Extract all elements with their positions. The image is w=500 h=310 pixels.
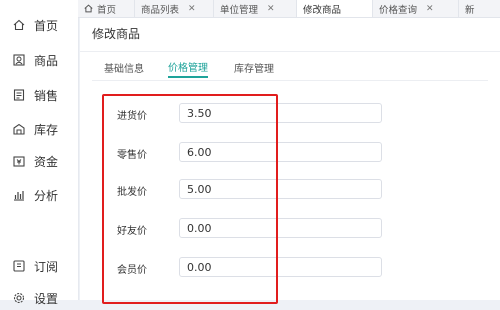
sidebar-item-sales[interactable]: 销售 <box>0 83 78 107</box>
sidebar-item-label: 分析 <box>34 188 59 203</box>
close-icon[interactable]: ✕ <box>188 4 196 14</box>
sidebar-item-settings[interactable]: 设置 <box>0 286 78 310</box>
tab-underline <box>92 80 488 81</box>
sidebar-item-money[interactable]: 资金 <box>0 149 78 173</box>
product-icon <box>12 53 26 67</box>
tab-edit-product[interactable]: 修改商品 <box>297 0 373 17</box>
sidebar-item-label: 资金 <box>34 154 59 169</box>
sidebar-item-label: 商品 <box>34 53 59 68</box>
sidebar-item-label: 订阅 <box>34 259 59 274</box>
tab-label: 修改商品 <box>303 4 342 16</box>
sidebar-item-label: 设置 <box>34 291 59 306</box>
member-price-label: 会员价 <box>117 265 147 276</box>
edit-product-panel: 修改商品 基础信息 价格管理 库存管理 进货价 零售价 批发价 好友价 会员价 <box>80 18 500 300</box>
tab-bar: 首页 商品列表 ✕ 单位管理 ✕ 修改商品 价格查询 ✕ 新 <box>78 0 500 18</box>
friend-price-input[interactable] <box>179 218 382 238</box>
tab-label: 库存管理 <box>234 63 274 75</box>
sidebar: 首页 商品 销售 库存 资金 分析 订阅 设置 <box>0 0 79 306</box>
sidebar-item-label: 销售 <box>34 88 59 103</box>
tab-label: 价格管理 <box>168 62 208 74</box>
sidebar-item-subscribe[interactable]: 订阅 <box>0 254 78 278</box>
sidebar-item-analytics[interactable]: 分析 <box>0 183 78 207</box>
friend-price-label: 好友价 <box>117 226 147 237</box>
wholesale-price-label: 批发价 <box>117 187 147 198</box>
money-icon <box>12 154 26 168</box>
analytics-icon <box>12 188 26 202</box>
home-icon <box>84 4 93 13</box>
page-title: 修改商品 <box>92 27 141 41</box>
subscribe-icon <box>12 259 26 273</box>
settings-icon <box>12 291 26 305</box>
sidebar-item-product[interactable]: 商品 <box>0 48 78 72</box>
tab-unit-management[interactable]: 单位管理 ✕ <box>214 0 297 17</box>
tab-product-list[interactable]: 商品列表 ✕ <box>135 0 214 17</box>
tab-home[interactable]: 首页 <box>78 0 135 17</box>
tab-new[interactable]: 新 <box>459 0 481 17</box>
tab-label: 新 <box>465 4 475 16</box>
sidebar-item-warehouse[interactable]: 库存 <box>0 117 78 141</box>
close-icon[interactable]: ✕ <box>426 4 434 14</box>
sidebar-item-label: 首页 <box>34 18 59 33</box>
tab-price-query[interactable]: 价格查询 ✕ <box>373 0 459 17</box>
tab-basic-info[interactable]: 基础信息 <box>104 56 144 78</box>
close-icon[interactable]: ✕ <box>267 4 275 14</box>
tab-label: 首页 <box>97 4 117 16</box>
tab-label: 单位管理 <box>220 4 259 16</box>
sidebar-item-label: 库存 <box>34 122 59 137</box>
sidebar-item-home[interactable]: 首页 <box>0 13 78 37</box>
product-tabs: 基础信息 价格管理 库存管理 <box>80 56 500 81</box>
sales-icon <box>12 88 26 102</box>
divider <box>80 51 500 52</box>
tab-stock-management[interactable]: 库存管理 <box>234 56 274 78</box>
member-price-input[interactable] <box>179 257 382 277</box>
retail-price-input[interactable] <box>179 142 382 162</box>
tab-label: 商品列表 <box>141 4 180 16</box>
warehouse-icon <box>12 122 26 136</box>
tab-price-management[interactable]: 价格管理 <box>168 56 208 78</box>
tab-label: 基础信息 <box>104 63 144 75</box>
purchase-price-input[interactable] <box>179 103 382 123</box>
purchase-price-label: 进货价 <box>117 111 147 122</box>
tab-label: 价格查询 <box>379 4 418 16</box>
wholesale-price-input[interactable] <box>179 179 382 199</box>
home-icon <box>12 18 26 32</box>
retail-price-label: 零售价 <box>117 150 147 161</box>
